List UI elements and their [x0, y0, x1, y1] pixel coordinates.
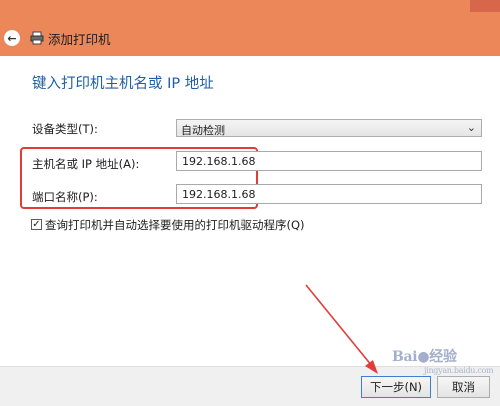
- page-heading: 键入打印机主机名或 IP 地址: [32, 76, 214, 92]
- watermark-brand: Bai: [392, 349, 418, 365]
- auto-driver-checkbox[interactable]: ✓: [31, 219, 42, 230]
- hostname-label: 主机名或 IP 地址(A):: [32, 157, 140, 171]
- baidu-watermark: Bai●经验 jingyan.baidu.com: [392, 346, 494, 375]
- printer-icon: [30, 31, 44, 45]
- window-title: 添加打印机: [48, 32, 111, 47]
- paw-icon: ●: [417, 349, 430, 365]
- port-name-label: 端口名称(P):: [32, 190, 98, 204]
- window-close-button[interactable]: [470, 0, 500, 12]
- auto-driver-label: 查询打印机并自动选择要使用的打印机驱动程序(Q): [45, 218, 305, 232]
- device-type-selected: 自动检测: [181, 124, 225, 137]
- hostname-input[interactable]: 192.168.1.68: [176, 151, 482, 171]
- window-titlebar: ← 添加打印机: [0, 0, 500, 56]
- back-arrow-icon[interactable]: ←: [4, 30, 20, 46]
- device-type-select[interactable]: 自动检测 ⌄: [176, 119, 482, 137]
- chevron-down-icon: ⌄: [466, 121, 476, 134]
- next-button[interactable]: 下一步(N): [361, 376, 431, 398]
- device-type-label: 设备类型(T):: [32, 122, 98, 136]
- watermark-url: jingyan.baidu.com: [424, 366, 494, 375]
- watermark-suffix: 经验: [429, 349, 457, 365]
- cancel-button[interactable]: 取消: [437, 376, 490, 398]
- port-name-input[interactable]: 192.168.1.68: [176, 184, 482, 204]
